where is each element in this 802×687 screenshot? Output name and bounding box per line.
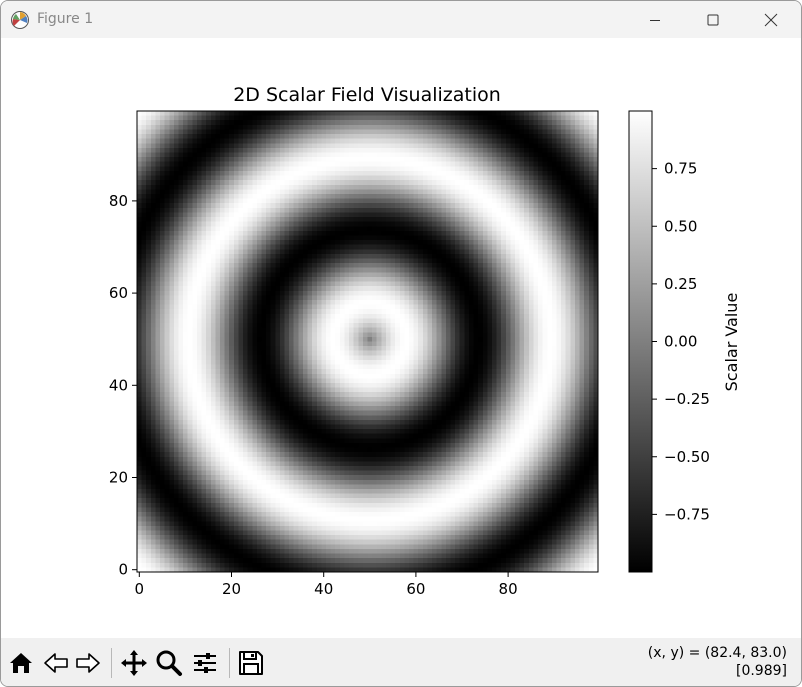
colorbar-tick-label: 0.50 — [664, 217, 697, 235]
colorbar-tick-label: 0.25 — [664, 275, 697, 293]
figure-canvas[interactable]: 2D Scalar Field Visualization 0 20 40 60 80 … — [1, 38, 801, 638]
figure-window: Figure 1 2D Scalar Field Visualization 0… — [0, 0, 802, 687]
y-tick-label: 0 — [118, 561, 128, 579]
y-axis: 0 20 40 60 80 — [109, 192, 137, 579]
y-tick-label: 60 — [109, 284, 128, 302]
back-arrow-icon — [44, 653, 68, 673]
colorbar-tick-label: −0.75 — [664, 505, 710, 523]
back-button[interactable] — [41, 648, 71, 678]
navigation-toolbar: (x, y) = (82.4, 83.0) [0.989] — [1, 638, 801, 686]
configure-subplots-button[interactable] — [190, 648, 220, 678]
x-tick-label: 40 — [314, 580, 333, 598]
close-icon — [764, 13, 778, 26]
close-button[interactable] — [748, 1, 794, 38]
y-tick-label: 20 — [109, 468, 128, 486]
minimize-icon — [650, 19, 660, 21]
coords-xy: (x, y) = (82.4, 83.0) — [647, 645, 787, 661]
y-tick-label: 80 — [109, 192, 128, 210]
colorbar-tick-label: 0.75 — [664, 160, 697, 178]
save-button[interactable] — [236, 648, 266, 678]
x-tick-label: 60 — [406, 580, 425, 598]
home-icon — [10, 653, 32, 673]
toolbar-separator — [111, 648, 112, 678]
heatmap — [137, 111, 598, 572]
save-disk-icon — [239, 651, 263, 675]
zoom-button[interactable] — [154, 648, 184, 678]
x-tick-label: 80 — [499, 580, 518, 598]
maximize-button[interactable] — [690, 1, 736, 38]
pan-move-icon — [121, 650, 147, 676]
title-bar: Figure 1 — [1, 1, 801, 38]
forward-arrow-icon — [76, 653, 100, 673]
colorbar-axis: 0.75 0.50 0.25 0.00 −0.25 −0.50 −0.75 — [652, 160, 710, 523]
minimize-button[interactable] — [632, 1, 678, 38]
maximize-icon — [707, 14, 719, 25]
coords-value: [0.989] — [735, 663, 787, 679]
x-tick-label: 20 — [222, 580, 241, 598]
cursor-coordinates: (x, y) = (82.4, 83.0) [0.989] — [648, 644, 787, 680]
pan-button[interactable] — [119, 648, 149, 678]
colorbar-tick-label: −0.50 — [664, 448, 710, 466]
forward-button[interactable] — [73, 648, 103, 678]
configure-subplots-icon — [194, 653, 216, 673]
chart-title: 2D Scalar Field Visualization — [233, 84, 501, 106]
home-button[interactable] — [6, 648, 36, 678]
colorbar-tick-label: −0.25 — [664, 390, 710, 408]
colorbar — [628, 110, 653, 573]
x-tick-label: 0 — [135, 580, 145, 598]
colorbar-label: Scalar Value — [722, 293, 741, 392]
toolbar-separator — [229, 648, 230, 678]
zoom-magnifier-icon — [156, 650, 182, 676]
heatmap-image — [137, 111, 598, 572]
matplotlib-app-icon — [10, 10, 30, 30]
colorbar-tick-label: 0.00 — [664, 333, 697, 351]
y-tick-label: 40 — [109, 376, 128, 394]
plot-svg: 2D Scalar Field Visualization 0 20 40 60 80 … — [109, 84, 741, 598]
x-axis: 0 20 40 60 80 — [135, 572, 518, 598]
window-title: Figure 1 — [37, 11, 94, 27]
